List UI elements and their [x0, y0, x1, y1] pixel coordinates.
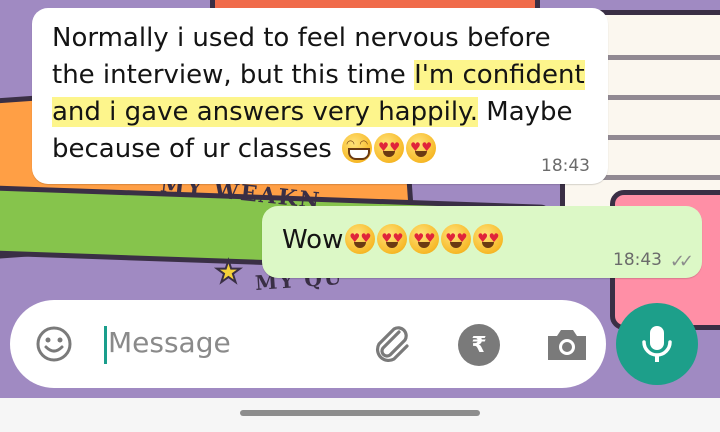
- rupee-payment-icon[interactable]: ₹: [458, 324, 500, 366]
- home-indicator[interactable]: [240, 410, 480, 416]
- heart-eyes-emoji: ♥ ♥: [374, 133, 405, 163]
- microphone-button[interactable]: [616, 303, 698, 385]
- message-input[interactable]: Message: [108, 326, 231, 359]
- emoji-icon[interactable]: [32, 322, 76, 366]
- camera-icon[interactable]: [542, 322, 592, 366]
- heart-eyes-emoji: ♥ ♥: [409, 224, 440, 254]
- message-timestamp: 18:43: [541, 156, 590, 176]
- heart-eyes-emoji: ♥ ♥: [377, 224, 408, 254]
- incoming-message-text: Normally i used to feel nervous before t…: [52, 23, 585, 164]
- star-icon: ★: [214, 254, 243, 291]
- message-timestamp: 18:43: [613, 250, 662, 270]
- incoming-message-bubble[interactable]: Normally i used to feel nervous before t…: [32, 8, 608, 184]
- heart-eyes-emoji: ♥ ♥: [473, 224, 504, 254]
- outgoing-message-bubble[interactable]: Wow ♥ ♥ ♥ ♥ ♥ ♥ ♥ ♥ ♥ ♥ 18:43 ✓✓: [262, 206, 702, 278]
- paperclip-icon[interactable]: [366, 322, 416, 366]
- message-composer: Message ₹: [10, 300, 606, 388]
- heart-eyes-emoji: ♥ ♥: [441, 224, 472, 254]
- heart-eyes-emoji: ♥ ♥: [345, 224, 376, 254]
- double-check-icon: ✓✓: [669, 251, 694, 272]
- microphone-icon: [642, 326, 672, 362]
- heart-eyes-emoji: ♥ ♥: [406, 133, 437, 163]
- outgoing-message-text: Wow ♥ ♥ ♥ ♥ ♥ ♥ ♥ ♥ ♥ ♥: [282, 224, 504, 255]
- text-cursor: [104, 326, 107, 364]
- grinning-face-emoji: ◠ ◠: [342, 133, 373, 163]
